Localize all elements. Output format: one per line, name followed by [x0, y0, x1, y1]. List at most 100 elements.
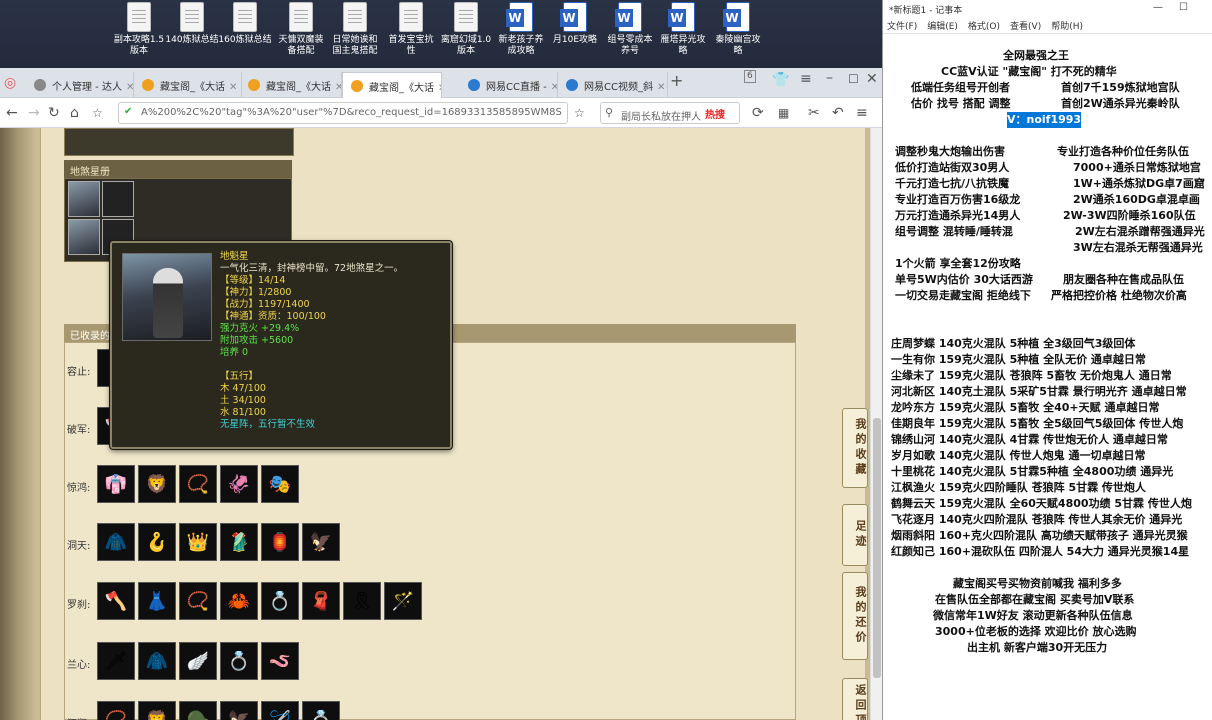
shirt-icon[interactable]: 👕 — [772, 71, 789, 89]
maximize-icon[interactable]: ☐ — [848, 70, 859, 88]
more-icon[interactable]: ≡ — [856, 104, 868, 122]
equipment-item[interactable]: 🧥 — [138, 642, 176, 680]
desktop-icon[interactable]: 首发宝宝抗 性 — [384, 2, 438, 57]
page-scrollbar[interactable] — [870, 128, 882, 720]
browser-tab[interactable]: 藏宝阁_《大话 ✕ — [240, 72, 342, 98]
side-button[interactable]: 我的还价 — [842, 572, 868, 660]
desktop-icon[interactable]: 月10E攻略 — [548, 2, 602, 46]
browser-tab[interactable]: 藏宝阁_《大话 ✕ — [134, 72, 242, 98]
back-icon[interactable]: ← — [6, 104, 18, 122]
notepad-menu-item[interactable]: 格式(O) — [968, 22, 1000, 32]
equipment-item[interactable]: 🥻 — [220, 523, 258, 561]
desktop-icon[interactable]: 秦陵幽宫攻 略 — [711, 2, 765, 57]
notepad-menu-item[interactable]: 帮助(H) — [1051, 22, 1083, 32]
undo-icon[interactable]: ↶ — [832, 104, 844, 122]
row-label: 洞天: — [67, 541, 91, 552]
equipment-item[interactable]: 👑 — [179, 523, 217, 561]
close-window-icon[interactable]: ✕ — [866, 70, 878, 88]
desktop-icon[interactable]: 离窟幻域1.0 版本 — [439, 2, 493, 57]
equipment-item[interactable]: 🦅 — [220, 701, 258, 720]
desktop-icon[interactable]: 雁塔异光攻 略 — [656, 2, 710, 57]
tab-count-badge[interactable]: 6 — [744, 70, 756, 83]
equipment-item[interactable]: 👘 — [97, 465, 135, 503]
notepad-menu-item[interactable]: 编辑(E) — [927, 22, 958, 32]
side-button[interactable]: 返回顶部 — [842, 678, 868, 720]
desktop-icon[interactable]: 组号零成本 养号 — [603, 2, 657, 57]
tab-close-icon[interactable]: ✕ — [551, 82, 557, 93]
equipment-item[interactable]: 🪝 — [138, 523, 176, 561]
scroll-thumb[interactable] — [873, 418, 881, 678]
tab-close-icon[interactable]: ✕ — [229, 82, 237, 93]
item-icon: 💍 — [309, 709, 333, 720]
hot-search-label[interactable]: 热搜 — [705, 106, 725, 121]
equipment-item[interactable]: 📿 — [179, 465, 217, 503]
cut-icon[interactable]: ✂ — [808, 104, 820, 122]
desktop-icon[interactable]: 副本攻略1.5 版本 — [112, 2, 166, 57]
desktop-icon[interactable]: 160炼狱总结 — [218, 2, 272, 46]
desktop-icon[interactable]: 新老孩子养 成攻略 — [494, 2, 548, 57]
browser-logo-icon[interactable]: ◎ — [4, 74, 16, 92]
np-minimize-icon[interactable]: — — [1153, 2, 1163, 13]
equipment-item[interactable]: 🧣 — [302, 582, 340, 620]
equipment-item[interactable]: 🪡 — [261, 701, 299, 720]
browser-tab[interactable]: 网易CC直播 - ✕ — [460, 72, 558, 98]
equipment-item[interactable]: 💍 — [302, 701, 340, 720]
extension-icon[interactable]: ▦ — [778, 104, 789, 122]
equipment-item[interactable]: 🎭 — [261, 465, 299, 503]
desktop-icon[interactable]: 天慵双魔装 备搭配 — [274, 2, 328, 57]
equipment-item[interactable]: 🪄 — [384, 582, 422, 620]
ds-thumb[interactable] — [102, 181, 134, 217]
home-icon[interactable]: ⌂ — [70, 104, 79, 122]
equipment-item[interactable]: 🦑 — [220, 465, 258, 503]
browser-tab[interactable]: 藏宝阁_《大话 ✕ — [342, 72, 442, 98]
item-icon: 🧥 — [145, 650, 169, 672]
equipment-item[interactable]: 🦅 — [302, 523, 340, 561]
refresh-icon[interactable]: ⟳ — [752, 104, 764, 122]
new-tab-icon[interactable]: + — [670, 72, 683, 90]
notepad-menu-item[interactable]: 查看(V) — [1010, 22, 1041, 32]
item-icon: 🗡 — [104, 650, 128, 672]
equipment-item[interactable]: 🧥 — [97, 523, 135, 561]
forward-icon[interactable]: → — [28, 104, 40, 122]
side-button[interactable]: 我的收藏 — [842, 408, 868, 488]
tab-favicon-icon — [351, 80, 363, 92]
equipment-item[interactable]: 🗡 — [97, 642, 135, 680]
equipment-item[interactable]: 🦁 — [138, 465, 176, 503]
browser-tab[interactable]: 网易CC视频_斜 ✕ — [558, 72, 668, 98]
equipment-item[interactable]: 📿 — [179, 582, 217, 620]
tab-close-icon[interactable]: ✕ — [335, 82, 341, 93]
character-tooltip: 地魁星 一气化三清，封神榜中留。72地煞星之一。 【等级】14/14 【神力】1… — [110, 241, 452, 449]
address-bar[interactable]: ✔ A%200%2C%20"tag"%3A%20"user"%7D&reco_r… — [118, 102, 568, 124]
equipment-item[interactable]: 🦀 — [220, 582, 258, 620]
side-button[interactable]: 足迹 — [842, 504, 868, 566]
equipment-item[interactable]: 💍 — [261, 582, 299, 620]
text-file-icon — [454, 2, 478, 32]
menu-icon[interactable]: ≡ — [800, 70, 812, 88]
minimize-icon[interactable]: – — [826, 69, 833, 87]
notepad-text[interactable]: 全网最强之王 CC蓝V认证 "藏宝阁" 打不死的精华 低端任务组号开创者 首创7千15… — [883, 36, 1212, 720]
bookmark-star-icon[interactable]: ☆ — [574, 104, 585, 122]
equipment-item[interactable]: 👗 — [138, 582, 176, 620]
browser-tab[interactable]: 个人管理 - 达人 ✕ — [26, 72, 134, 98]
desktop-icon[interactable]: 日常她诶和 国主鬼搭配 — [328, 2, 382, 57]
np-maximize-icon[interactable]: ☐ — [1179, 2, 1188, 13]
ds-thumb[interactable] — [68, 219, 100, 255]
tab-close-icon[interactable]: ✕ — [126, 82, 133, 93]
ds-thumb[interactable] — [68, 181, 100, 217]
equipment-item[interactable]: 💍 — [220, 642, 258, 680]
equipment-item[interactable]: 🏮 — [261, 523, 299, 561]
desktop-icon[interactable]: 140炼狱总结 — [165, 2, 219, 46]
equipment-item[interactable]: 📿 — [97, 701, 135, 720]
tab-close-icon[interactable]: ✕ — [657, 82, 665, 93]
equipment-item[interactable]: 🦁 — [138, 701, 176, 720]
equipment-item[interactable]: 🪖 — [179, 701, 217, 720]
equipment-item[interactable]: 🪓 — [97, 582, 135, 620]
tab-bar: ◎ 个人管理 - 达人✕藏宝阁_《大话✕藏宝阁_《大话✕藏宝阁_《大话✕网易CC… — [0, 68, 882, 98]
reload-icon[interactable]: ↻ — [48, 104, 60, 122]
favorite-icon[interactable]: ☆ — [92, 104, 103, 122]
notepad-menu-item[interactable]: 文件(F) — [887, 22, 917, 32]
equipment-item[interactable]: 🪽 — [179, 642, 217, 680]
tab-close-icon[interactable]: ✕ — [438, 83, 441, 94]
equipment-item[interactable]: 🪱 — [261, 642, 299, 680]
equipment-item[interactable]: 🎗 — [343, 582, 381, 620]
